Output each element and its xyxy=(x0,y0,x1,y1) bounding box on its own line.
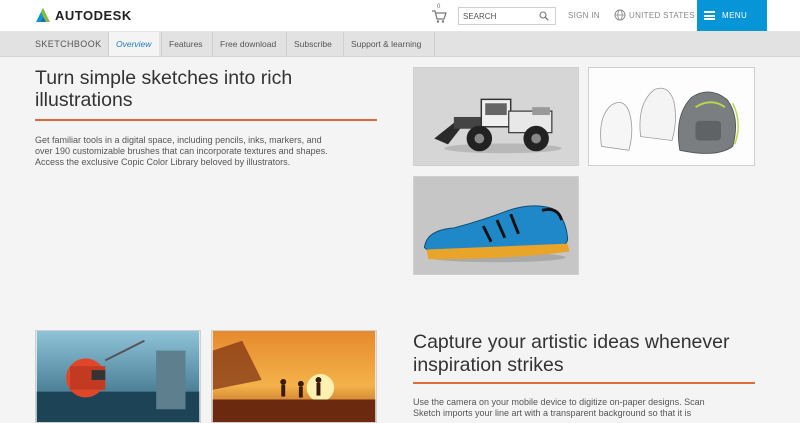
logo-text: AUTODESK xyxy=(55,7,132,23)
backpacks-sketch-image[interactable] xyxy=(588,67,755,166)
section-heading-sketches: Turn simple sketches into rich illustrat… xyxy=(35,67,293,111)
sunset-runners-illustration xyxy=(212,331,376,422)
cart-icon[interactable] xyxy=(431,8,447,24)
body-line: Access the exclusive Copic Color Library… xyxy=(35,157,291,167)
sign-in-link[interactable]: SIGN IN xyxy=(568,11,600,20)
body-line: Use the camera on your mobile device to … xyxy=(413,397,705,407)
region-label: UNITED STATES xyxy=(629,10,695,20)
cart-count-badge: 0 xyxy=(437,4,441,10)
autodesk-logo-icon xyxy=(36,8,50,22)
wheel-loader-sketch-image[interactable] xyxy=(413,67,579,166)
globe-icon xyxy=(614,9,626,21)
tab-overview[interactable]: Overview xyxy=(108,32,159,56)
tab-free-download[interactable]: Free download xyxy=(212,32,286,56)
submarine-sketch-image[interactable] xyxy=(35,330,201,423)
body-line: over 190 customizable brushes that can i… xyxy=(35,146,328,156)
region-selector[interactable]: UNITED STATES xyxy=(614,9,695,21)
body-line: Sketch imports your line art with a tran… xyxy=(413,408,692,418)
sneaker-sketch-image[interactable] xyxy=(413,176,579,275)
backpacks-illustration xyxy=(589,68,754,165)
heading-underline xyxy=(35,119,377,121)
top-header: AUTODESK 0 SIGN IN UNITED STATES MENU xyxy=(0,0,800,32)
hamburger-icon xyxy=(704,11,715,20)
wheel-loader-illustration xyxy=(414,68,578,165)
section-body-sketches: Get familiar tools in a digital space, i… xyxy=(35,135,380,168)
heading-line: inspiration strikes xyxy=(413,354,564,376)
tab-features[interactable]: Features xyxy=(161,32,212,56)
body-line: Get familiar tools in a digital space, i… xyxy=(35,135,322,145)
heading-underline xyxy=(413,382,755,384)
sneaker-illustration xyxy=(414,177,578,274)
submarine-illustration xyxy=(36,331,200,422)
product-subnav: SKETCHBOOK Overview Features Free downlo… xyxy=(0,32,800,57)
search-box xyxy=(458,7,556,25)
autodesk-logo[interactable]: AUTODESK xyxy=(35,7,132,23)
section-body-capture: Use the camera on your mobile device to … xyxy=(413,397,773,419)
tab-subscribe[interactable]: Subscribe xyxy=(286,32,343,56)
tab-support-learning[interactable]: Support & learning xyxy=(343,32,435,56)
search-icon[interactable] xyxy=(539,11,549,21)
sunset-runners-image[interactable] xyxy=(211,330,377,423)
menu-label: MENU xyxy=(722,11,748,20)
menu-button[interactable]: MENU xyxy=(697,0,767,31)
section-heading-capture: Capture your artistic ideas whenever ins… xyxy=(413,331,773,377)
heading-line: Capture your artistic ideas whenever xyxy=(413,331,730,353)
product-title[interactable]: SKETCHBOOK xyxy=(35,39,102,49)
search-input[interactable] xyxy=(463,9,535,23)
